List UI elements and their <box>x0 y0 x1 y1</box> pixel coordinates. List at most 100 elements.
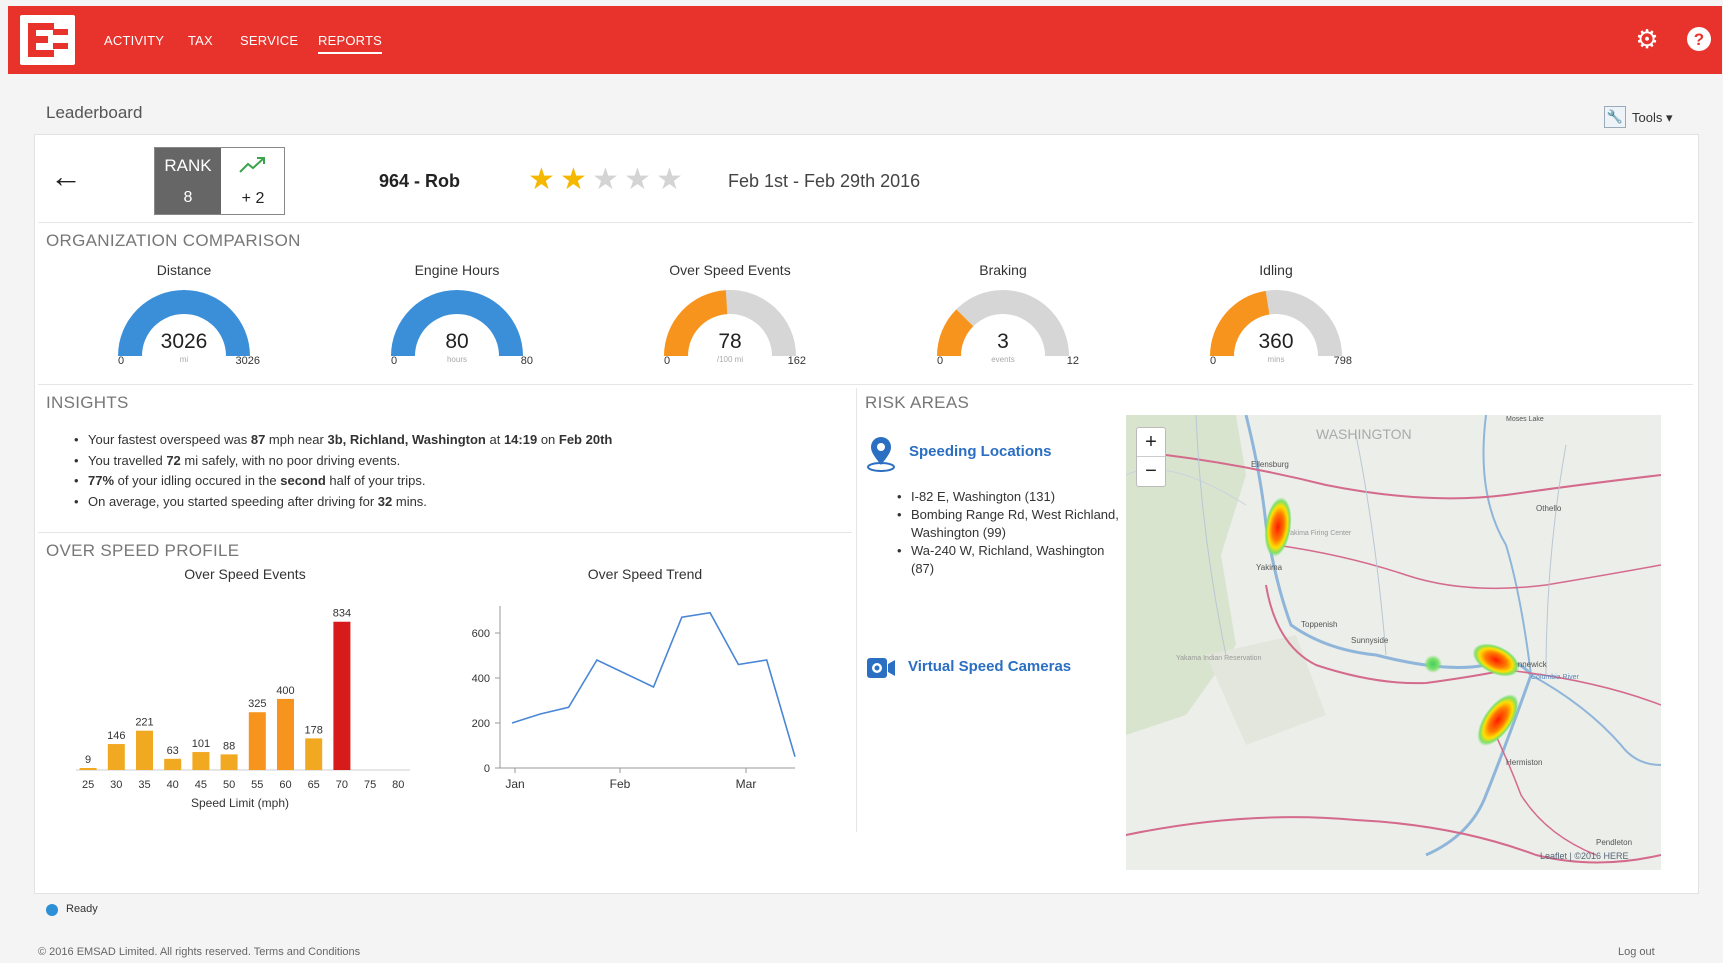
x-tick-label: 35 <box>138 779 150 791</box>
gauge-min: 0 <box>391 355 398 367</box>
gauge-braking: Braking 3 events 0 12 <box>923 262 1083 372</box>
gauge-max: 80 <box>520 355 533 367</box>
app-logo[interactable] <box>20 15 75 65</box>
gear-icon[interactable]: ⚙ <box>1630 22 1664 56</box>
svg-text:Ellensburg: Ellensburg <box>1251 460 1289 469</box>
status-text: Ready <box>66 903 98 915</box>
x-tick-label: 65 <box>308 779 320 791</box>
rank-change: + 2 <box>241 190 265 207</box>
back-arrow-icon[interactable]: ← <box>50 158 82 195</box>
map-attribution[interactable]: Leaflet | ©2016 HERE <box>1540 851 1629 861</box>
bar <box>79 768 97 770</box>
bar-data-label: 325 <box>248 698 266 710</box>
speeding-location-item[interactable]: Bombing Range Rd, West Richland, Washing… <box>897 506 1127 542</box>
svg-text:Moses Lake: Moses Lake <box>1506 416 1544 423</box>
date-range: Feb 1st - Feb 29th 2016 <box>728 171 921 191</box>
x-tick-label: 50 <box>223 779 235 791</box>
x-tick-label: 55 <box>251 779 263 791</box>
gauge-title: Engine Hours <box>414 262 500 278</box>
star-icon: ★ <box>656 163 683 196</box>
status-indicator-icon <box>46 904 58 916</box>
logout-link[interactable]: Log out <box>1618 946 1655 958</box>
rank-label: RANK <box>164 156 212 175</box>
star-icon: ★ <box>592 163 619 196</box>
x-tick-label: 80 <box>392 779 404 791</box>
rank-value: 8 <box>183 189 193 206</box>
divider <box>38 532 852 533</box>
svg-text:Columbia River: Columbia River <box>1531 674 1580 681</box>
bar <box>164 758 182 770</box>
x-tick-label: Mar <box>736 777 757 791</box>
speeding-location-item[interactable]: I-82 E, Washington (131) <box>897 488 1127 506</box>
gauge-min: 0 <box>118 355 125 367</box>
page-title: Leaderboard <box>46 103 143 122</box>
nav-service[interactable]: SERVICE <box>240 33 298 48</box>
x-tick-label: 75 <box>364 779 376 791</box>
bar-data-label: 400 <box>276 685 294 697</box>
divider <box>38 384 1693 385</box>
insight-item: 77% of your idling occured in the second… <box>70 473 612 494</box>
tools-menu[interactable]: 🔧 Tools ▾ <box>1604 106 1686 130</box>
gauge-title: Idling <box>1259 262 1293 278</box>
bar <box>248 712 266 770</box>
gauge-idling: Idling 360 mins 0 798 <box>1196 262 1356 372</box>
divider <box>38 222 1693 223</box>
svg-text:Toppenish: Toppenish <box>1301 620 1337 629</box>
gauge-distance: Distance 3026 mi 0 3026 <box>104 262 264 372</box>
insight-item: Your fastest overspeed was 87 mph near 3… <box>70 432 612 453</box>
trend-up-icon <box>239 157 265 173</box>
insight-item: On average, you started speeding after d… <box>70 494 612 515</box>
footer-copyright[interactable]: © 2016 EMSAD Limited. All rights reserve… <box>38 946 360 958</box>
nav-activity[interactable]: ACTIVITY <box>104 33 164 48</box>
gauge-over-speed-events: Over Speed Events 78/100 mi 0 162 <box>650 262 810 372</box>
bar-data-label: 146 <box>107 730 125 742</box>
over-speed-events-chart: 25 9 30 146 35 221 40 63 45 101 50 88 55 325 60 400 65 17… <box>76 608 410 810</box>
nav-tax[interactable]: TAX <box>188 33 213 48</box>
svg-text:Yakima: Yakima <box>1256 563 1283 572</box>
y-tick-label: 200 <box>472 718 490 730</box>
bar <box>107 744 125 770</box>
over-speed-profile-title: OVER SPEED PROFILE <box>46 541 240 560</box>
line-chart-title: Over Speed Trend <box>587 566 703 582</box>
x-tick-label: 70 <box>336 779 348 791</box>
virtual-speed-cameras-link[interactable]: Virtual Speed Cameras <box>908 658 1071 675</box>
svg-text:Othello: Othello <box>1536 504 1562 513</box>
risk-map[interactable]: WASHINGTON Ellensburg Yakima Toppenish S… <box>1126 415 1661 870</box>
x-tick-label: 45 <box>195 779 207 791</box>
y-tick-label: 0 <box>484 763 490 775</box>
bar <box>192 752 210 770</box>
bar-data-label: 101 <box>192 738 210 750</box>
svg-text:Yakima Firing Center: Yakima Firing Center <box>1286 530 1352 537</box>
gauge-value: 80 <box>445 330 469 353</box>
zoom-out-button[interactable]: − <box>1137 457 1165 486</box>
insights-title: INSIGHTS <box>46 393 129 412</box>
speeding-locations-link[interactable]: Speeding Locations <box>909 443 1052 460</box>
gauge-max: 798 <box>1333 355 1352 367</box>
gauge-min: 0 <box>937 355 944 367</box>
help-icon[interactable]: ? <box>1682 22 1716 56</box>
rank-box: RANK 8 + 2 <box>154 147 285 215</box>
nav-reports[interactable]: REPORTS <box>318 33 383 54</box>
speed-camera-icon <box>867 658 895 678</box>
zoom-in-button[interactable]: + <box>1137 428 1165 457</box>
svg-text:Hermiston: Hermiston <box>1506 758 1542 767</box>
bar-data-label: 63 <box>167 745 179 757</box>
gauge-value: 3 <box>997 330 1009 353</box>
gauge-value: 360 <box>1258 330 1294 353</box>
bar <box>136 730 153 770</box>
x-axis-label: Speed Limit (mph) <box>191 796 289 810</box>
top-bar: ACTIVITY TAX SERVICE REPORTS ⚙ ? <box>8 6 1722 74</box>
gauge-max: 162 <box>787 355 806 367</box>
svg-text:?: ? <box>1694 30 1704 49</box>
x-tick-label: Feb <box>610 777 631 791</box>
svg-text:Pendleton: Pendleton <box>1596 838 1632 847</box>
star-icon: ★ <box>624 163 651 196</box>
star-icon: ★ <box>528 163 555 196</box>
speeding-location-item[interactable]: Wa-240 W, Richland, Washington (87) <box>897 542 1127 578</box>
risk-areas-title: RISK AREAS <box>865 393 970 412</box>
gauge-title: Over Speed Events <box>669 262 791 278</box>
gauge-min: 0 <box>1210 355 1217 367</box>
driver-name: 964 - Rob <box>379 171 461 191</box>
bar-data-label: 221 <box>135 717 153 729</box>
bar-data-label: 88 <box>223 740 235 752</box>
